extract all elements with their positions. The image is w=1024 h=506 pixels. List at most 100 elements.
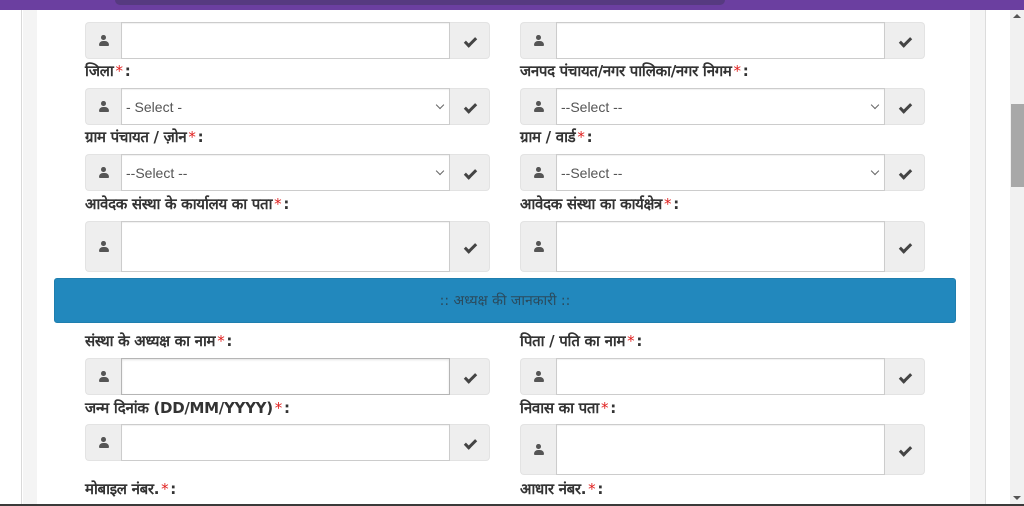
user-icon: [533, 34, 544, 47]
father-husband-input-group: [520, 358, 925, 395]
check-icon: [898, 168, 911, 178]
required-marker: *: [274, 195, 282, 213]
input-addon-left: [520, 88, 556, 125]
gram-panchayat-select[interactable]: --Select --: [121, 154, 450, 191]
page-left-shadow: [23, 10, 37, 504]
input-addon-right: [450, 358, 490, 395]
gram-ward-select[interactable]: --Select --: [556, 154, 885, 191]
district-select[interactable]: - Select -: [121, 88, 450, 125]
top-left-input-group: [85, 22, 490, 59]
residence-label: निवास का पता *:: [520, 399, 616, 417]
input-addon-left: [520, 154, 556, 191]
father-husband-label: पिता / पति का नाम *:: [520, 332, 643, 350]
check-icon: [463, 372, 476, 382]
top-left-input[interactable]: [121, 22, 450, 59]
required-marker: *: [188, 128, 196, 146]
office-address-label: आवेदक संस्था के कार्यालय का पता *:: [85, 195, 290, 213]
input-addon-right: [885, 22, 925, 59]
president-name-input-group: [85, 358, 490, 395]
required-marker: *: [274, 399, 283, 417]
page-right-margin: [970, 10, 986, 504]
input-addon-left: [85, 358, 121, 395]
dob-input-group: [85, 424, 490, 461]
input-addon-left: [85, 22, 121, 59]
vertical-scrollbar[interactable]: [1010, 10, 1024, 504]
required-marker: *: [217, 332, 225, 350]
top-nav-bar: [0, 0, 1024, 10]
residence-textarea[interactable]: [556, 424, 885, 475]
aadhar-label: आधार नंबर. *:: [520, 480, 604, 498]
check-icon: [898, 445, 911, 455]
check-icon: [463, 36, 476, 46]
janpad-input-group: --Select --: [520, 88, 925, 125]
chevron-down-icon: [435, 100, 445, 109]
input-addon-right: [450, 22, 490, 59]
gram-panchayat-input-group: --Select --: [85, 154, 490, 191]
required-marker: *: [733, 62, 742, 80]
input-addon-right: [450, 88, 490, 125]
input-addon-right: [885, 358, 925, 395]
check-icon: [463, 438, 476, 448]
input-addon-left: [520, 358, 556, 395]
work-area-input-group: [520, 221, 925, 272]
page-left-margin: [0, 10, 22, 504]
check-icon: [898, 372, 911, 382]
scrollbar-thumb[interactable]: [1011, 104, 1024, 187]
input-addon-left: [520, 221, 556, 272]
work-area-label: आवेदक संस्था का कार्यक्षेत्र *:: [520, 195, 679, 213]
gram-ward-input-group: --Select --: [520, 154, 925, 191]
user-icon: [98, 370, 109, 383]
user-icon: [98, 100, 109, 113]
user-icon: [98, 436, 109, 449]
input-addon-right: [885, 221, 925, 272]
section-title: :: अध्यक्ष की जानकारी ::: [439, 293, 571, 309]
mobile-label: मोबाइल नंबर. *:: [85, 480, 176, 498]
input-addon-left: [520, 424, 556, 475]
janpad-label: जनपद पंचायत/नगर पालिका/नगर निगम *:: [520, 62, 749, 80]
top-right-input-group: [520, 22, 925, 59]
chevron-down-icon: [435, 166, 445, 175]
gram-ward-label: ग्राम / वार्ड *:: [520, 128, 593, 146]
user-icon: [533, 240, 544, 253]
dob-input[interactable]: [121, 424, 450, 461]
janpad-select[interactable]: --Select --: [556, 88, 885, 125]
district-input-group: - Select -: [85, 88, 490, 125]
input-addon-left: [85, 424, 121, 461]
input-addon-left: [85, 88, 121, 125]
required-marker: *: [161, 480, 169, 498]
work-area-textarea[interactable]: [556, 221, 885, 272]
input-addon-right: [450, 154, 490, 191]
check-icon: [898, 102, 911, 112]
father-husband-input[interactable]: [556, 358, 885, 395]
check-icon: [463, 102, 476, 112]
check-icon: [898, 242, 911, 252]
input-addon-right: [450, 221, 490, 272]
required-marker: *: [600, 399, 609, 417]
president-name-label: संस्था के अध्यक्ष का नाम *:: [85, 332, 233, 350]
office-address-input-group: [85, 221, 490, 272]
chevron-down-icon: [870, 100, 880, 109]
user-icon: [98, 166, 109, 179]
input-addon-left: [85, 154, 121, 191]
user-icon: [533, 166, 544, 179]
user-icon: [98, 34, 109, 47]
input-addon-right: [885, 154, 925, 191]
required-marker: *: [664, 195, 672, 213]
input-addon-right: [885, 424, 925, 475]
input-addon-left: [520, 22, 556, 59]
scroll-up-arrow-icon[interactable]: [1013, 14, 1021, 18]
user-icon: [533, 443, 544, 456]
top-right-input[interactable]: [556, 22, 885, 59]
scroll-down-arrow-icon[interactable]: [1013, 496, 1021, 500]
user-icon: [533, 370, 544, 383]
input-addon-right: [450, 424, 490, 461]
president-name-input[interactable]: [121, 358, 450, 395]
office-address-textarea[interactable]: [121, 221, 450, 272]
top-nav-inner: [115, 0, 725, 5]
gram-panchayat-label: ग्राम पंचायत / ज़ोन *:: [85, 128, 204, 146]
required-marker: *: [588, 480, 596, 498]
gram-panchayat-select-value: --Select --: [126, 164, 188, 181]
janpad-select-value: --Select --: [561, 98, 623, 115]
dob-label: जन्म दिनांक (DD/MM/YYYY) *:: [85, 399, 290, 417]
chevron-down-icon: [870, 166, 880, 175]
